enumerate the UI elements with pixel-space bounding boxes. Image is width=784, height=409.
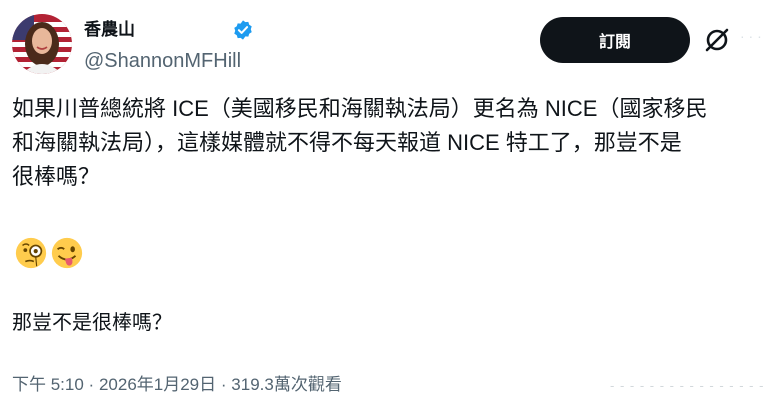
author-display-name[interactable]: 香農山 — [84, 18, 135, 42]
meta-separator: · — [220, 375, 227, 394]
emoji-row — [14, 236, 84, 272]
winking-face-with-tongue-icon — [51, 237, 83, 269]
x-logo-icon[interactable] — [703, 26, 731, 54]
avatar[interactable] — [12, 14, 72, 74]
avatar-image — [12, 14, 72, 74]
tweet-meta: 下午 5:10 · 2026年1月29日 · 319.3萬次觀看 — [12, 372, 342, 398]
faded-watermark: - - - - - - - - - - - - - - - - — [610, 378, 765, 393]
face-with-monocle-icon — [15, 237, 47, 269]
tweet-text: 如果川普總統將 ICE（美國移民和海關執法局）更名為 NICE（國家移民 和海關… — [12, 92, 772, 194]
faded-watermark: · · · — [740, 28, 762, 44]
tweet-closing-text: 那豈不是很棒嗎？ — [12, 312, 172, 334]
tweet-text-line: 如果川普總統將 ICE（美國移民和海關執法局）更名為 NICE（國家移民 — [12, 96, 708, 121]
tweet-date[interactable]: 2026年1月29日 — [99, 375, 216, 394]
tweet-time[interactable]: 下午 5:10 — [12, 375, 84, 394]
meta-separator: · — [88, 375, 95, 394]
tweet-text-line: 和海關執法局），這樣媒體就不得不每天報道 NICE 特工了，那豈不是 — [12, 130, 682, 155]
tweet-card: 香農山 @ShannonMFHill 訂閱 · · · 如果川普總統將 ICE（… — [0, 0, 784, 409]
tweet-text-line: 很棒嗎？ — [12, 164, 101, 189]
verified-badge-icon — [234, 20, 252, 40]
subscribe-button[interactable]: 訂閱 — [540, 17, 690, 63]
view-count: 319.3萬次觀看 — [231, 375, 342, 394]
author-handle[interactable]: @ShannonMFHill — [84, 48, 241, 74]
